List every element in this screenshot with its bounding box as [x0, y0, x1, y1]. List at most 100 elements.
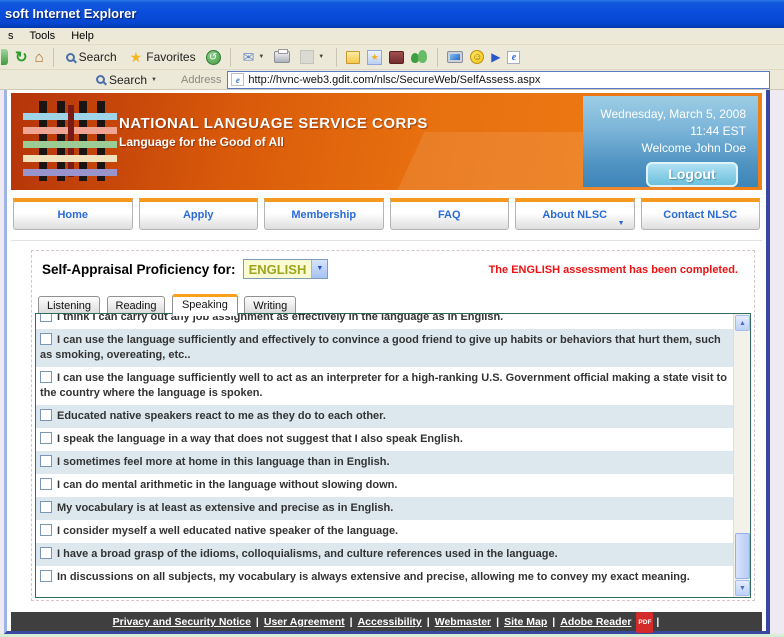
print-icon[interactable]	[274, 51, 290, 63]
statement-checkbox[interactable]	[40, 478, 52, 490]
address-search-button[interactable]: Search ▼	[92, 72, 161, 88]
chevron-down-icon: ▼	[618, 211, 625, 237]
footer-link-adobe-reader[interactable]: Adobe Reader	[560, 616, 631, 628]
session-date: Wednesday, March 5, 2008	[583, 106, 746, 123]
nav-apply[interactable]: Apply	[139, 198, 259, 230]
statement-text: In discussions on all subjects, my vocab…	[57, 571, 690, 583]
footer-link-privacy[interactable]: Privacy and Security Notice	[113, 616, 251, 628]
statement-checkbox[interactable]	[40, 432, 52, 444]
search-button[interactable]: Search	[63, 49, 120, 65]
home-icon[interactable]: ⌂	[35, 50, 44, 65]
logout-button[interactable]: Logout	[646, 162, 738, 187]
org-tagline: Language for the Good of All	[119, 135, 284, 149]
messenger-icon[interactable]	[411, 50, 428, 64]
statement-row: I can use the language sufficiently well…	[36, 367, 733, 405]
select-dropdown-icon: ▼	[311, 260, 327, 278]
nav-membership[interactable]: Membership	[264, 198, 384, 230]
toolbar-separator	[53, 48, 54, 67]
reference-book-icon[interactable]	[389, 51, 404, 64]
statement-row: I consider myself a well educated native…	[36, 520, 733, 543]
statement-list: I think I can carry out any job assignme…	[35, 313, 751, 598]
nav-about-label: About NLSC	[542, 209, 607, 221]
statement-row: I can use the language sufficiently and …	[36, 329, 733, 367]
titlebar: soft Internet Explorer	[0, 0, 784, 28]
discuss-icon[interactable]	[346, 51, 360, 64]
statement-checkbox[interactable]	[40, 314, 52, 322]
address-bar: Search ▼ Address e http://hvnc-web3.gdit…	[0, 70, 784, 90]
clipped-icon	[1, 49, 8, 65]
browser-window: soft Internet Explorer s Tools Help ↻ ⌂ …	[0, 0, 784, 637]
scroll-down-icon[interactable]: ▼	[735, 580, 750, 596]
history-icon[interactable]: ↺	[206, 50, 221, 65]
statement-text: My vocabulary is at least as extensive a…	[57, 502, 393, 514]
statement-checkbox[interactable]	[40, 455, 52, 467]
statement-checkbox[interactable]	[40, 501, 52, 513]
session-panel: Wednesday, March 5, 2008 11:44 EST Welco…	[583, 96, 758, 187]
statement-text: I can do mental arithmetic in the langua…	[57, 479, 397, 491]
footer-separator: |	[256, 616, 259, 628]
statement-row: I have a broad grasp of the idioms, coll…	[36, 543, 733, 566]
outlook-express-icon[interactable]: e	[507, 51, 520, 64]
nav-faq[interactable]: FAQ	[390, 198, 510, 230]
play-icon[interactable]: ▶	[491, 51, 500, 63]
search-icon	[66, 53, 75, 62]
statement-row: Educated native speakers react to me as …	[36, 405, 733, 428]
research-icon[interactable]: ★	[367, 50, 382, 65]
smiley-icon[interactable]: ☺	[470, 50, 484, 64]
address-url: http://hvnc-web3.gdit.com/nlsc/SecureWeb…	[248, 74, 540, 86]
footer-link-site-map[interactable]: Site Map	[504, 616, 547, 628]
refresh-icon[interactable]: ↻	[15, 50, 28, 65]
divider	[11, 240, 762, 241]
scroll-up-icon[interactable]: ▲	[735, 315, 750, 331]
footer-link-webmaster[interactable]: Webmaster	[435, 616, 491, 628]
tab-speaking[interactable]: Speaking	[172, 294, 238, 316]
nlsc-logo	[31, 101, 109, 181]
statement-text: I have a broad grasp of the idioms, coll…	[57, 548, 558, 560]
statement-checkbox[interactable]	[40, 371, 52, 383]
logo-bar	[23, 155, 117, 162]
menubar: s Tools Help	[0, 28, 784, 45]
edit-button[interactable]: ▼	[297, 49, 327, 65]
statement-row: I think I can carry out any job assignme…	[36, 314, 733, 329]
statement-checkbox[interactable]	[40, 570, 52, 582]
language-select[interactable]: ENGLISH ▼	[243, 259, 329, 279]
scrollbar-thumb[interactable]	[735, 533, 750, 579]
search-icon	[96, 75, 105, 84]
statement-rows: I think I can carry out any job assignme…	[36, 314, 733, 597]
statement-checkbox[interactable]	[40, 524, 52, 536]
mail-button[interactable]: ✉ ▼	[240, 49, 268, 65]
statement-row: I sometimes feel more at home in this la…	[36, 451, 733, 474]
welcome-message: Welcome John Doe	[583, 140, 746, 157]
statement-text: I consider myself a well educated native…	[57, 525, 398, 537]
edit-dropdown-icon: ▼	[318, 54, 324, 60]
address-label: Address	[181, 74, 221, 86]
favorites-button[interactable]: ★ Favorites	[127, 49, 199, 65]
toolbar-separator	[336, 48, 337, 67]
statement-text: I can use the language sufficiently well…	[40, 372, 727, 399]
address-input[interactable]: e http://hvnc-web3.gdit.com/nlsc/SecureW…	[227, 71, 770, 89]
nav-contact-nlsc[interactable]: Contact NLSC	[641, 198, 761, 230]
nav-home[interactable]: Home	[13, 198, 133, 230]
footer-link-user-agreement[interactable]: User Agreement	[264, 616, 345, 628]
statement-text: I sometimes feel more at home in this la…	[57, 456, 390, 468]
menu-item-clipped[interactable]: s	[0, 30, 22, 42]
statement-checkbox[interactable]	[40, 547, 52, 559]
statement-checkbox[interactable]	[40, 409, 52, 421]
statement-text: I think I can carry out any job assignme…	[57, 314, 503, 323]
statement-row: I speak the language in a way that does …	[36, 428, 733, 451]
statement-text: Educated native speakers react to me as …	[57, 410, 386, 422]
session-time: 11:44 EST	[583, 123, 746, 140]
footer-separator: |	[496, 616, 499, 628]
footer-link-accessibility[interactable]: Accessibility	[358, 616, 422, 628]
scrollbar[interactable]: ▲ ▼	[733, 314, 750, 597]
menu-item-help[interactable]: Help	[63, 30, 102, 42]
page-title: Self-Appraisal Proficiency for:	[42, 262, 236, 277]
footer-separator: |	[427, 616, 430, 628]
footer-separator: |	[656, 616, 659, 628]
content-panel: Self-Appraisal Proficiency for: ENGLISH …	[31, 250, 755, 601]
statement-checkbox[interactable]	[40, 333, 52, 345]
menu-item-tools[interactable]: Tools	[22, 30, 64, 42]
nav-about-nlsc[interactable]: About NLSC ▼	[515, 198, 635, 230]
monitor-icon[interactable]	[447, 51, 463, 63]
tab-bar: Listening Reading Speaking Writing	[38, 294, 298, 314]
